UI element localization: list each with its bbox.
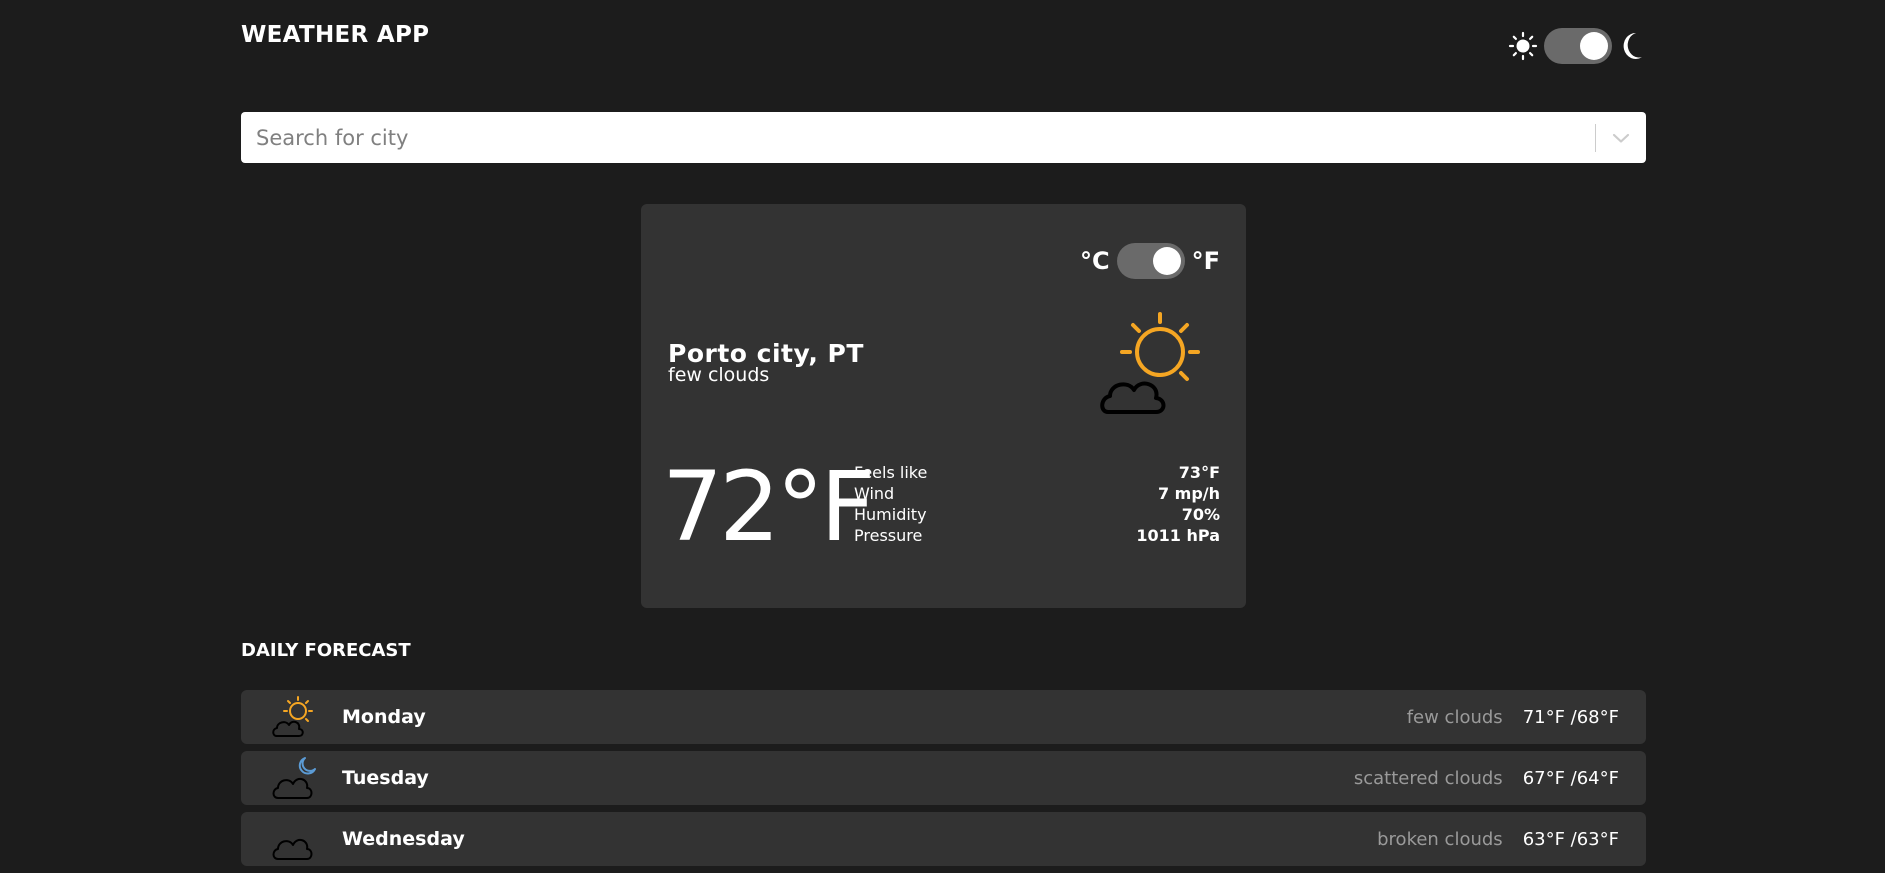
detail-label: Wind [854, 484, 895, 503]
partly-cloudy-day-icon [1100, 312, 1200, 414]
forecast-description: few clouds [1406, 706, 1503, 728]
theme-toggle[interactable] [1544, 28, 1612, 64]
forecast-item-tuesday[interactable]: Tuesday scattered clouds 67°F /64°F [241, 751, 1646, 805]
city-search [241, 112, 1646, 163]
celsius-label: °C [1079, 247, 1110, 275]
partly-cloudy-day-icon [272, 696, 313, 737]
detail-label: Feels like [854, 463, 928, 482]
weather-description: few clouds [668, 364, 770, 386]
forecast-temp-range: 71°F /68°F [1522, 706, 1619, 728]
forecast-description: scattered clouds [1353, 767, 1503, 789]
detail-label: Humidity [854, 505, 927, 524]
search-dropdown-button[interactable] [1596, 112, 1646, 163]
unit-toggle[interactable] [1116, 243, 1185, 279]
forecast-day: Tuesday [342, 767, 429, 789]
detail-row-humidity: Humidity 70% [854, 505, 1220, 526]
detail-value: 70% [1181, 505, 1220, 524]
detail-value: 73°F [1178, 463, 1220, 482]
sun-icon [1508, 31, 1538, 61]
detail-row-wind: Wind 7 mp/h [854, 484, 1220, 505]
theme-toggle-group [1508, 26, 1646, 66]
app-title: WEATHER APP [241, 22, 430, 48]
forecast-day: Monday [342, 706, 426, 728]
forecast-day: Wednesday [342, 828, 465, 850]
search-input[interactable] [241, 112, 1595, 163]
detail-label: Pressure [854, 526, 923, 545]
theme-toggle-knob [1580, 32, 1608, 60]
detail-value: 7 mp/h [1157, 484, 1220, 503]
unit-toggle-knob [1152, 247, 1181, 275]
forecast-item-wednesday[interactable]: Wednesday broken clouds 63°F /63°F [241, 812, 1646, 866]
forecast-temp-range: 67°F /64°F [1522, 767, 1619, 789]
forecast-item-monday[interactable]: Monday few clouds 71°F /68°F [241, 690, 1646, 744]
forecast-temp-range: 63°F /63°F [1522, 828, 1619, 850]
fahrenheit-label: °F [1191, 247, 1220, 275]
current-weather-card: °C °F Porto city, PT few clouds 72°F Fee… [641, 204, 1246, 608]
detail-row-pressure: Pressure 1011 hPa [854, 526, 1220, 547]
forecast-list: Monday few clouds 71°F /68°F Tuesday sca… [241, 690, 1646, 873]
moon-icon [1623, 32, 1642, 59]
forecast-title: DAILY FORECAST [241, 640, 411, 661]
forecast-description: broken clouds [1377, 828, 1503, 850]
cloud-icon [272, 838, 313, 860]
cloudy-night-icon [272, 757, 316, 799]
current-temperature: 72°F [662, 451, 875, 563]
chevron-down-icon [1612, 133, 1630, 143]
detail-value: 1011 hPa [1136, 526, 1220, 545]
weather-details: Feels like 73°F Wind 7 mp/h Humidity 70%… [854, 463, 1220, 547]
unit-toggle-group: °C °F [1080, 242, 1220, 280]
detail-row-feels-like: Feels like 73°F [854, 463, 1220, 484]
